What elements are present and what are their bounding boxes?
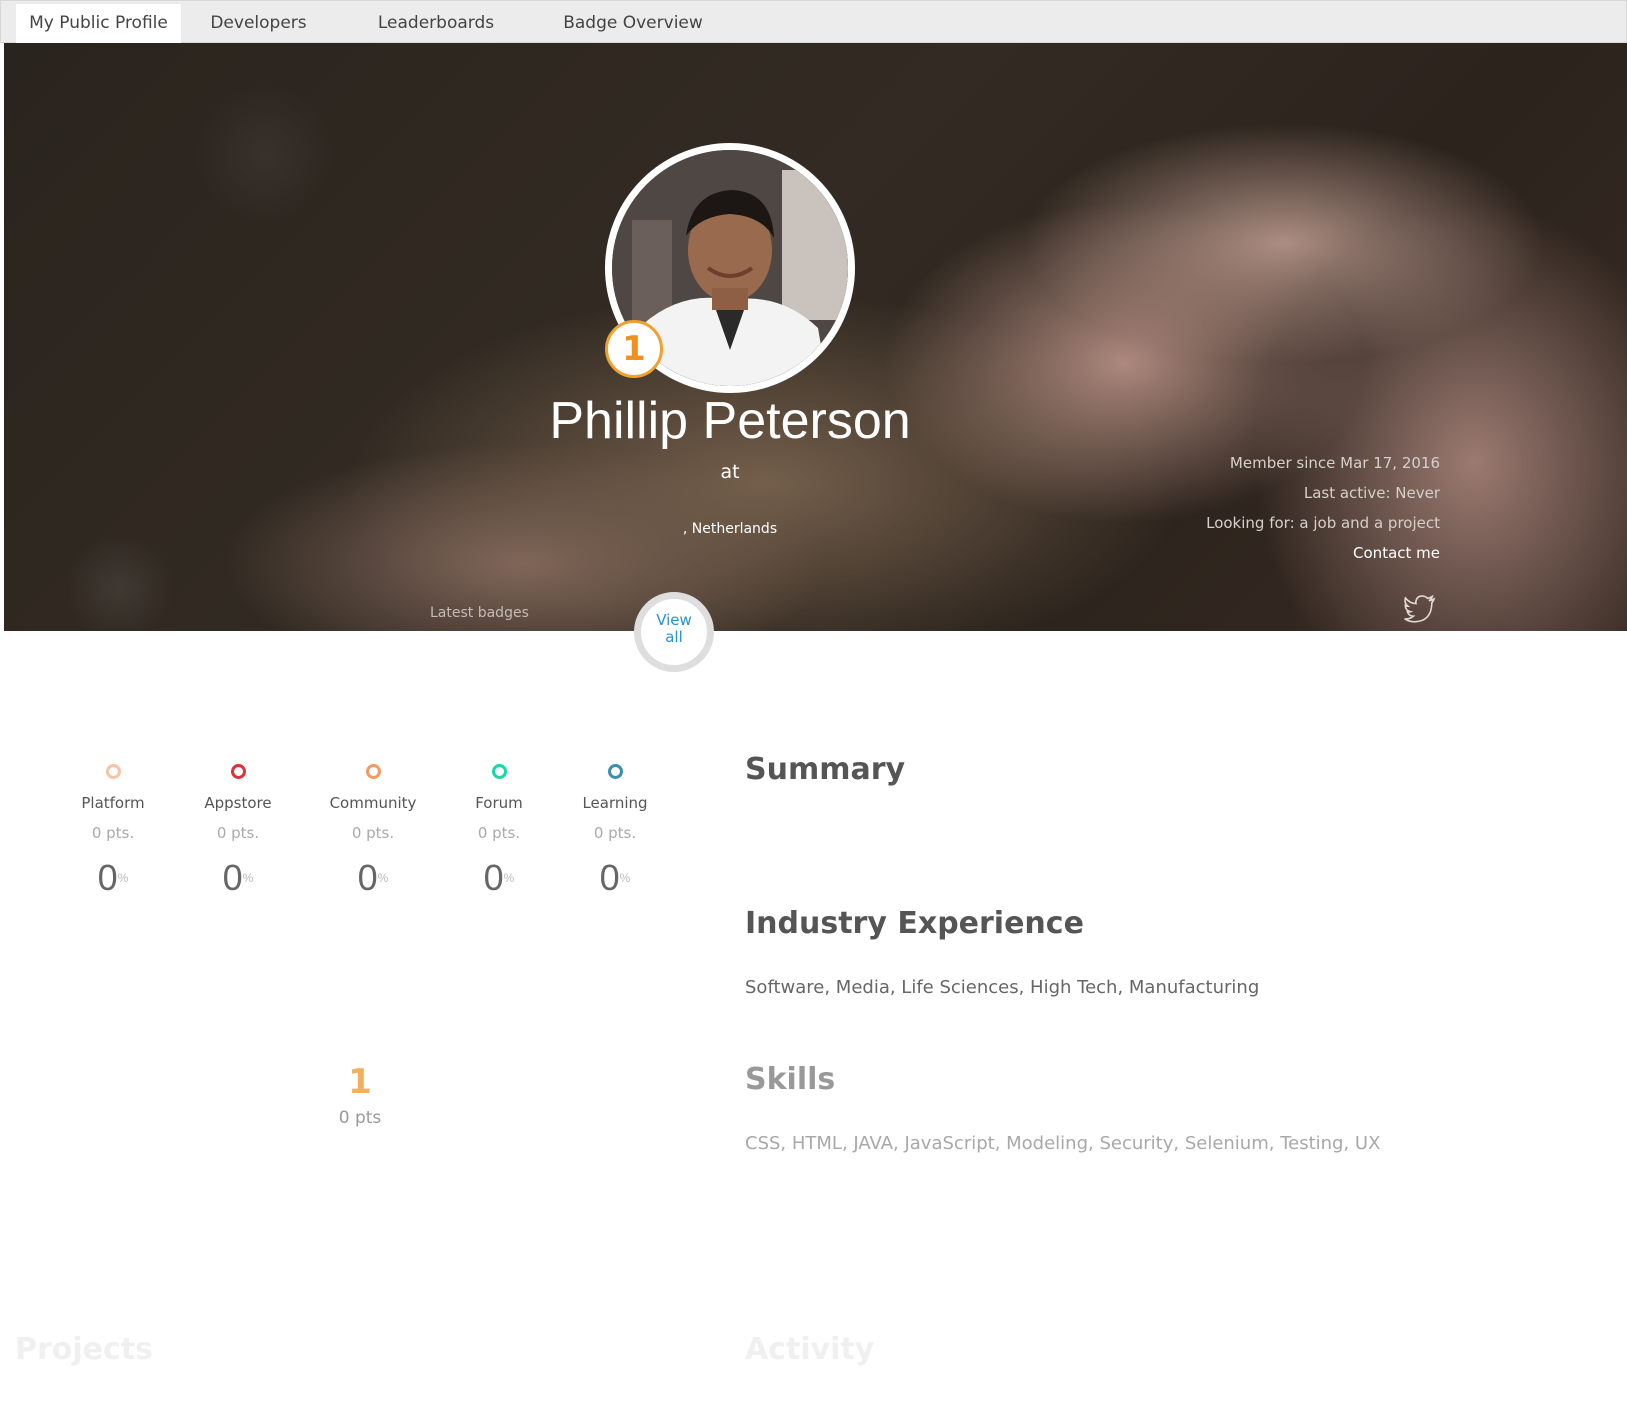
view-all-line1: View <box>656 611 692 629</box>
industry-experience-heading: Industry Experience <box>745 906 1084 941</box>
stat-label: Learning <box>582 794 648 812</box>
stat-points: 0 pts. <box>593 824 637 842</box>
stat-label: Forum <box>475 794 523 812</box>
community-dot-icon <box>365 764 381 779</box>
last-active: Last active: Never <box>1303 484 1440 502</box>
stat-label: Community <box>329 794 417 812</box>
rank-badge: 1 <box>605 320 663 378</box>
stat-learning: Learning 0 pts. 0% <box>555 764 675 898</box>
platform-dot-icon <box>105 764 121 779</box>
profile-location: , Netherlands <box>682 521 778 537</box>
stat-community: Community 0 pts. 0% <box>313 764 433 898</box>
stat-points: 0 pts. <box>91 824 135 842</box>
skills-text: CSS, HTML, JAVA, JavaScript, Modeling, S… <box>745 1133 1381 1154</box>
tab-developers[interactable]: Developers <box>196 4 321 44</box>
stat-forum: Forum 0 pts. 0% <box>439 764 559 898</box>
view-all-badges-button[interactable]: View all <box>634 592 714 672</box>
tab-badge-overview[interactable]: Badge Overview <box>553 4 713 44</box>
appstore-dot-icon <box>230 764 246 779</box>
contact-me-link[interactable]: Contact me <box>1353 544 1440 562</box>
tab-my-public-profile[interactable]: My Public Profile <box>16 4 181 44</box>
summary-heading: Summary <box>745 752 906 787</box>
tab-leaderboards[interactable]: Leaderboards <box>361 4 511 44</box>
tab-bar: My Public Profile Developers Leaderboard… <box>0 0 1627 44</box>
stat-percent: 0% <box>483 857 515 898</box>
stat-percent: 0% <box>97 857 129 898</box>
profile-name: Phillip Peterson <box>549 392 911 450</box>
member-since: Member since Mar 17, 2016 <box>1229 454 1440 472</box>
stat-appstore: Appstore 0 pts. 0% <box>178 764 298 898</box>
stat-percent: 0% <box>599 857 631 898</box>
profile-hero: 1 Phillip Peterson at , Netherlands Memb… <box>4 43 1627 631</box>
skills-heading: Skills <box>745 1062 836 1097</box>
looking-for: Looking for: a job and a project <box>1206 514 1440 532</box>
stat-points: 0 pts. <box>216 824 260 842</box>
industry-experience-text: Software, Media, Life Sciences, High Tec… <box>745 977 1260 998</box>
view-all-line2: all <box>665 628 683 646</box>
latest-badges-label: Latest badges <box>430 605 529 621</box>
level-number: 1 <box>348 1062 372 1102</box>
forum-dot-icon <box>491 764 507 779</box>
projects-heading: Projects <box>15 1332 154 1367</box>
learning-dot-icon <box>607 764 623 779</box>
activity-heading: Activity <box>745 1332 875 1367</box>
stat-points: 0 pts. <box>477 824 521 842</box>
stat-label: Platform <box>81 794 145 812</box>
stat-percent: 0% <box>357 857 389 898</box>
stat-platform: Platform 0 pts. 0% <box>53 764 173 898</box>
twitter-icon[interactable] <box>1404 595 1436 623</box>
stat-points: 0 pts. <box>351 824 395 842</box>
total-points: 0 pts <box>338 1108 382 1128</box>
profile-company: at <box>720 461 740 483</box>
stat-percent: 0% <box>222 857 254 898</box>
stat-label: Appstore <box>204 794 272 812</box>
